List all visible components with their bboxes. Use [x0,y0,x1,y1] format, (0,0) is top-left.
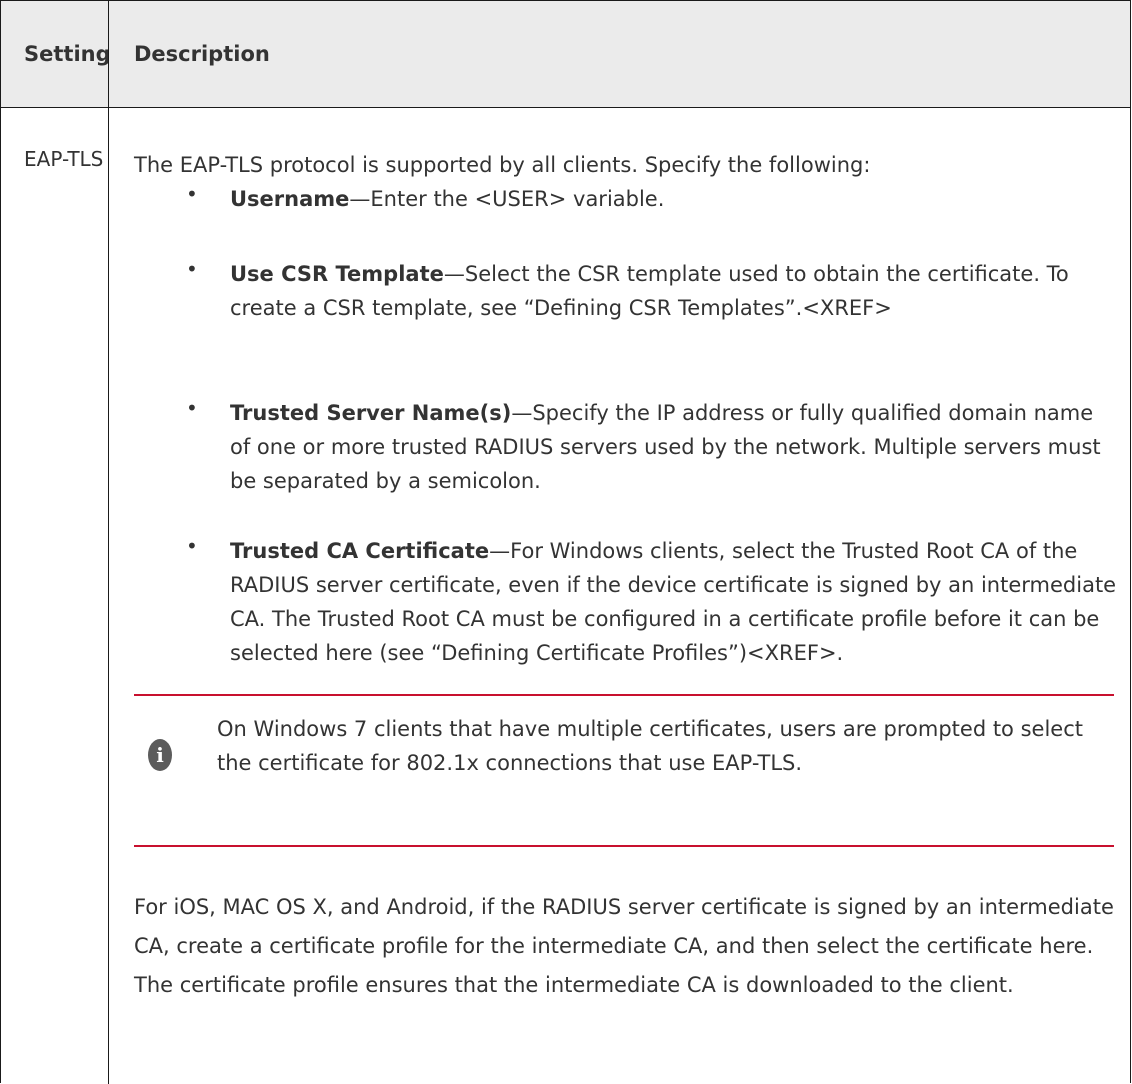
header-description: Description [134,42,270,66]
list-item-text: —Enter the <USER> variable. [349,187,665,211]
list-item-term: Username [230,187,350,211]
bullet-marker: • [186,182,198,206]
settings-table: Setting Description EAP-TLS The EAP-TLS … [0,0,1131,1084]
row-description-intro: The EAP-TLS protocol is supported by all… [134,153,871,177]
list-item-csr-template: Use CSR Template—Select the CSR template… [230,257,1120,325]
note-bottom-rule [134,845,1114,847]
list-item-trusted-server: Trusted Server Name(s)—Specify the IP ad… [230,396,1120,498]
list-item-term: Use CSR Template [230,262,444,286]
note-text: On Windows 7 clients that have multiple … [217,717,1083,775]
bullet-marker: • [186,534,198,558]
list-item-username: Username—Enter the <USER> variable. [230,182,1120,216]
row-description-footer: For iOS, MAC OS X, and Android, if the R… [134,895,1114,997]
row-setting-name: EAP-TLS [24,147,104,171]
table-header: Setting Description [1,1,1130,108]
list-item-term: Trusted Server Name(s) [230,401,512,425]
note-top-rule [134,694,1114,696]
bullet-marker: • [186,396,198,420]
header-setting: Setting [24,42,111,66]
bullet-marker: • [186,257,198,281]
list-item-trusted-ca: Trusted CA Certificate—For Windows clien… [230,534,1120,670]
list-item-term: Trusted CA Certificate [230,539,490,563]
info-icon: i [148,739,172,771]
column-divider [108,1,109,1084]
